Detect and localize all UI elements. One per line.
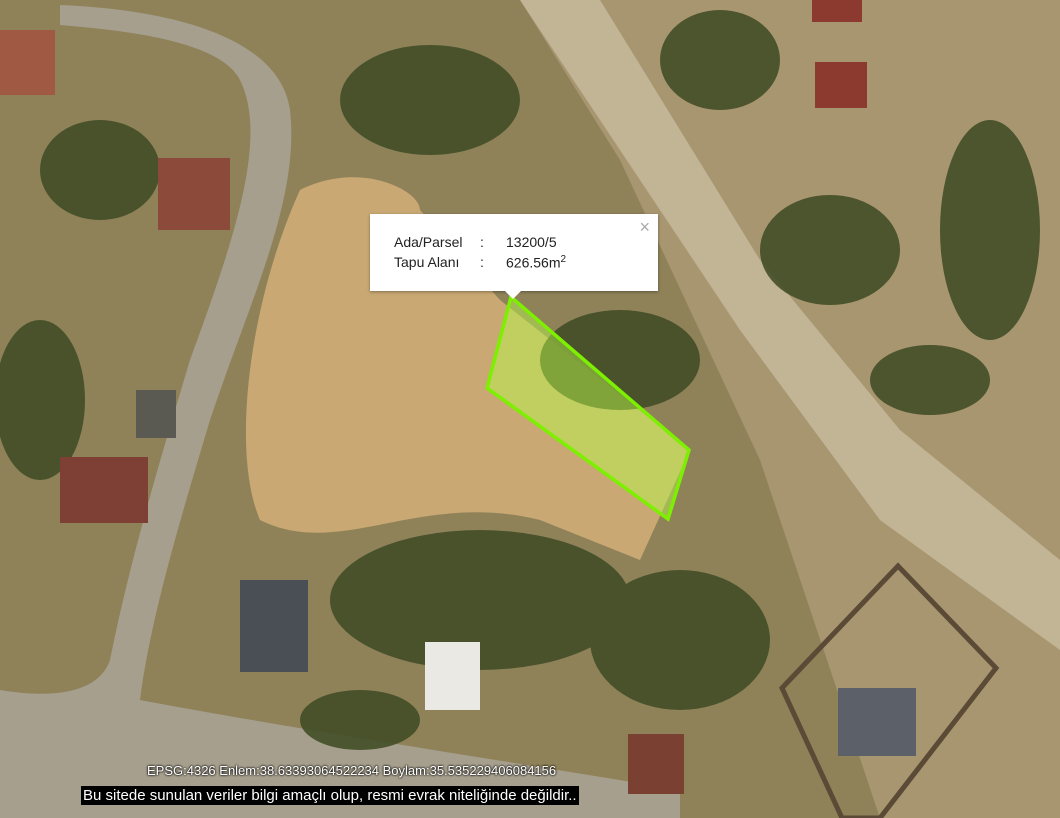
close-icon[interactable]: ×	[639, 217, 650, 238]
tapu-alani-value: 626.56m2	[506, 254, 566, 271]
separator: :	[480, 234, 484, 250]
satellite-map[interactable]	[0, 0, 1060, 818]
parcel-info-popup: × Ada/Parsel : 13200/5 Tapu Alanı : 626.…	[370, 214, 658, 299]
area-number: 626.56m	[506, 254, 561, 271]
tapu-alani-label: Tapu Alanı	[394, 254, 460, 270]
coordinates-readout: EPSG:4326 Enlem:38.63393064522234 Boylam…	[147, 763, 557, 778]
popup-row-tapu-alani: Tapu Alanı : 626.56m2	[394, 254, 566, 271]
popup-row-ada-parsel: Ada/Parsel : 13200/5	[394, 234, 557, 250]
separator: :	[480, 254, 484, 270]
ada-parsel-label: Ada/Parsel	[394, 234, 463, 250]
popup-pointer	[504, 290, 522, 299]
area-unit-superscript: 2	[560, 254, 567, 265]
ada-parsel-value: 13200/5	[506, 234, 557, 250]
disclaimer-text: Bu sitede sunulan veriler bilgi amaçlı o…	[81, 786, 579, 805]
